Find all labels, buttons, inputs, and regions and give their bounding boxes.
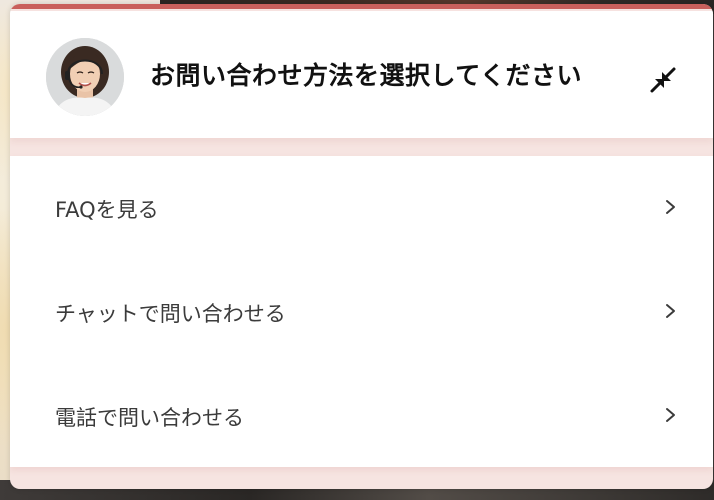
- contact-options-list: FAQを見る チャットで問い合わせる 電話で問い合わせる: [10, 156, 713, 467]
- chevron-right-icon: [666, 304, 675, 318]
- option-phone-label: 電話で問い合わせる: [55, 406, 244, 430]
- header-title: お問い合わせ方法を選択してください: [150, 61, 583, 90]
- operator-avatar: [46, 38, 124, 116]
- operator-avatar-icon: [46, 38, 124, 116]
- contact-widget: お問い合わせ方法を選択してください FAQを見る チャットで問い合わせる 電話で…: [10, 4, 713, 489]
- widget-header: お問い合わせ方法を選択してください: [10, 11, 713, 138]
- option-faq-label: FAQを見る: [55, 198, 159, 222]
- minimize-button[interactable]: [646, 63, 680, 97]
- option-chat-label: チャットで問い合わせる: [55, 302, 286, 326]
- chevron-right-icon: [666, 408, 675, 422]
- chevron-right-icon: [666, 200, 675, 214]
- widget-accent-bar: [10, 4, 713, 9]
- option-faq[interactable]: FAQを見る: [10, 156, 713, 259]
- option-chat[interactable]: チャットで問い合わせる: [10, 260, 713, 363]
- minimize-arrows-icon: [650, 67, 676, 93]
- option-phone[interactable]: 電話で問い合わせる: [10, 364, 713, 467]
